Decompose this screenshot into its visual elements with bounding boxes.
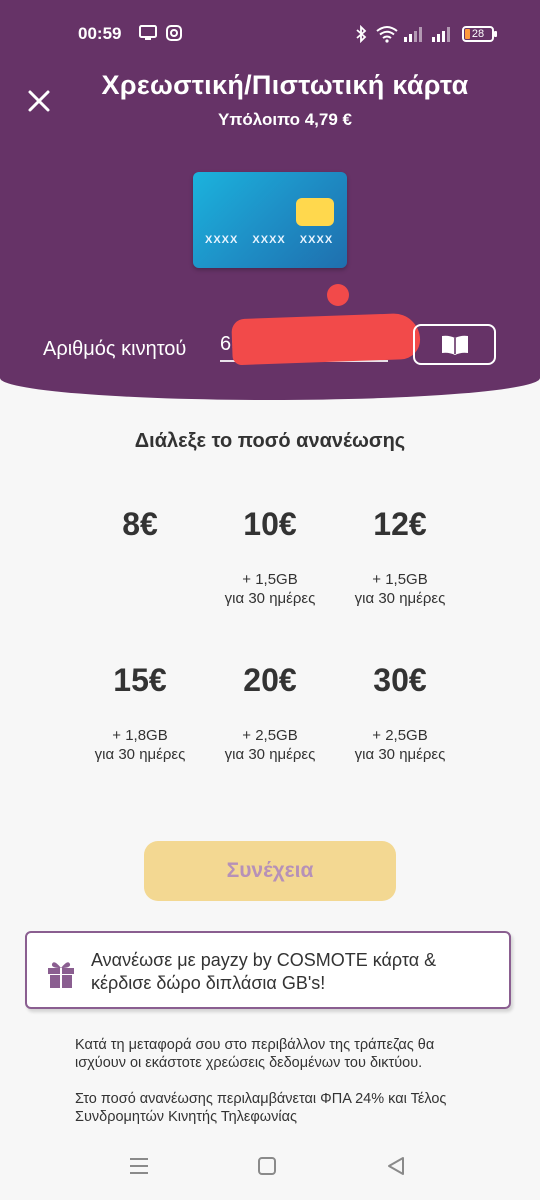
back-icon xyxy=(388,1157,404,1175)
close-button[interactable] xyxy=(26,88,52,114)
signal-icon xyxy=(402,25,426,48)
amount-option-30[interactable]: 30€ + 2,5GB για 30 ημέρες xyxy=(335,656,465,806)
card-illustration: XXXX XXXX XXXX xyxy=(193,172,347,268)
status-time: 00:59 xyxy=(78,24,122,43)
header-banner: 00:59 28 Χρεωστική/Πιστωτική κάρτα Υπόλο… xyxy=(0,0,540,400)
bluetooth-icon xyxy=(355,24,367,48)
amount-option-12[interactable]: 12€ + 1,5GB για 30 ημέρες xyxy=(335,500,465,650)
home-icon xyxy=(258,1157,276,1175)
amount-price: 8€ xyxy=(122,506,158,542)
battery-level: 28 xyxy=(471,28,485,40)
wifi-icon xyxy=(376,25,398,48)
home-nav-button[interactable] xyxy=(257,1156,277,1181)
payzy-promo-banner[interactable]: Ανανέωσε με payzy by COSMOTE κάρτα & κέρ… xyxy=(25,931,511,1009)
amount-option-15[interactable]: 15€ + 1,8GB για 30 ημέρες xyxy=(75,656,205,806)
amount-duration: για 30 ημέρες xyxy=(224,746,316,763)
info-paragraph: Στο ποσό ανανέωσης περιλαμβάνεται ΦΠΑ 24… xyxy=(75,1091,447,1125)
amount-price: 20€ xyxy=(243,662,297,698)
back-nav-button[interactable] xyxy=(386,1156,406,1181)
screen-cast-icon xyxy=(139,25,157,46)
amount-duration: για 30 ημέρες xyxy=(94,746,186,763)
info-text: Κατά τη μεταφορά σου στο περιβάλλον της … xyxy=(75,1036,475,1144)
book-icon xyxy=(441,335,468,355)
balance-text: Υπόλοιπο 4,79 € xyxy=(217,110,352,129)
amount-heading: Διάλεξε το ποσό ανανέωσης xyxy=(134,430,406,452)
amount-bonus: + 1,5GB xyxy=(242,571,298,588)
menu-nav-button[interactable] xyxy=(128,1156,150,1181)
redaction-mark xyxy=(327,284,349,306)
amount-option-10[interactable]: 10€ + 1,5GB για 30 ημέρες xyxy=(205,500,335,650)
amount-duration: για 30 ημέρες xyxy=(354,590,446,607)
instagram-icon xyxy=(166,25,182,46)
status-bar: 00:59 28 xyxy=(0,18,540,50)
amount-price: 12€ xyxy=(373,506,427,542)
amount-duration: για 30 ημέρες xyxy=(354,746,446,763)
amount-bonus: + 1,8GB xyxy=(112,727,168,744)
continue-button[interactable]: Συνέχεια xyxy=(144,841,396,901)
phone-label: Αριθμός κινητού xyxy=(43,338,187,360)
redaction-mark xyxy=(231,312,421,366)
amount-bonus: + 1,5GB xyxy=(372,571,428,588)
menu-icon xyxy=(130,1158,148,1174)
system-navigation-bar xyxy=(0,1134,540,1200)
signal-icon xyxy=(430,25,454,48)
amount-bonus: + 2,5GB xyxy=(372,727,428,744)
amount-bonus: + 2,5GB xyxy=(242,727,298,744)
promo-text: Ανανέωσε με payzy by COSMOTE κάρτα & κέρ… xyxy=(91,950,437,993)
gift-icon xyxy=(45,957,77,994)
amount-option-20[interactable]: 20€ + 2,5GB για 30 ημέρες xyxy=(205,656,335,806)
amount-price: 15€ xyxy=(113,662,167,698)
close-icon xyxy=(28,90,50,112)
card-number-mask: XXXX XXXX XXXX xyxy=(205,234,334,246)
amount-price: 10€ xyxy=(243,506,297,542)
amount-duration: για 30 ημέρες xyxy=(224,590,316,607)
amount-option-8[interactable]: 8€ xyxy=(75,500,205,650)
amount-price: 30€ xyxy=(373,662,427,698)
info-paragraph: Κατά τη μεταφορά σου στο περιβάλλον της … xyxy=(75,1037,435,1071)
battery-icon: 28 xyxy=(462,26,497,42)
card-chip-icon xyxy=(296,198,334,226)
page-title: Χρεωστική/Πιστωτική κάρτα xyxy=(101,70,469,100)
contacts-button[interactable] xyxy=(413,324,496,365)
